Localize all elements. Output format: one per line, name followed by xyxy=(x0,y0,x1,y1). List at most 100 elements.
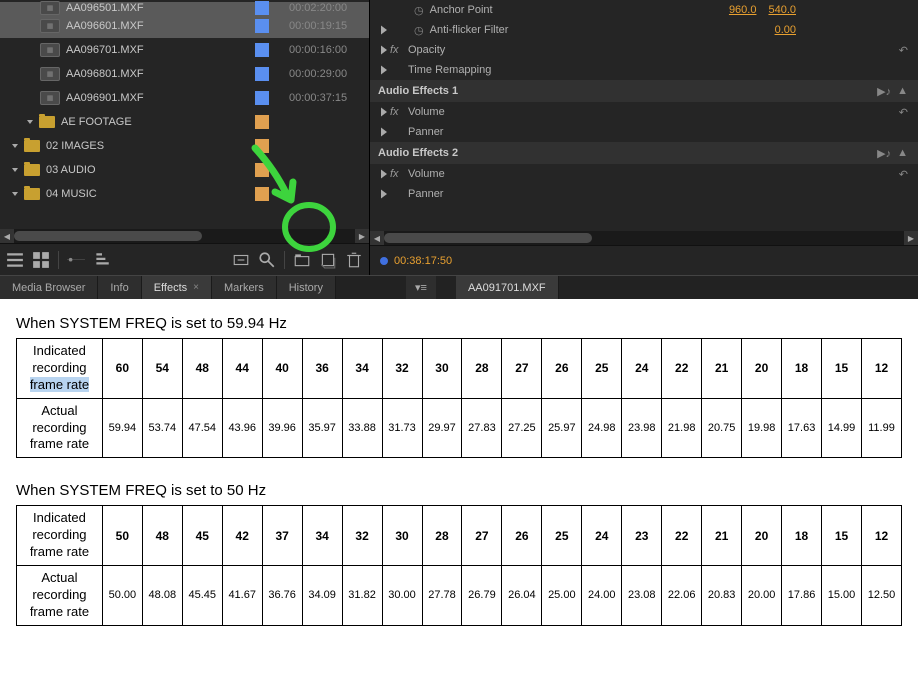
folder-twisty-icon[interactable] xyxy=(10,189,20,199)
anchor-point-row[interactable]: ◷ Anchor Point 960.0 540.0 xyxy=(370,0,918,20)
actual-cell: 34.09 xyxy=(302,566,342,626)
reset-icon[interactable]: ↶ xyxy=(899,44,908,57)
opacity-row[interactable]: fx Opacity ↶ xyxy=(370,40,918,60)
anchor-x-value[interactable]: 960.0 xyxy=(729,4,757,16)
expand-icon[interactable] xyxy=(378,106,390,118)
folder-row[interactable]: AE FOOTAGE xyxy=(0,110,369,134)
close-icon[interactable]: × xyxy=(193,282,199,293)
clip-row[interactable]: ▦AA096901.MXF00:00:37:15 xyxy=(0,86,369,110)
project-h-scroll[interactable]: ◀ ▶ xyxy=(0,229,369,243)
expand-icon[interactable] xyxy=(378,44,390,56)
audio-effects-1-header[interactable]: Audio Effects 1 ▶♪▲ xyxy=(370,80,918,102)
time-remapping-row[interactable]: Time Remapping xyxy=(370,60,918,80)
actual-cell: 27.25 xyxy=(502,398,542,458)
effect-controls-panel: ◷ Anchor Point 960.0 540.0 ◷ Anti-flicke… xyxy=(370,0,918,275)
anchor-point-label: Anchor Point xyxy=(430,4,729,16)
clip-duration: 00:00:29:00 xyxy=(289,68,369,80)
anchor-y-value[interactable]: 540.0 xyxy=(768,4,796,16)
clip-row[interactable]: ▦AA096801.MXF00:00:29:00 xyxy=(0,62,369,86)
stopwatch-icon[interactable]: ◷ xyxy=(414,4,424,17)
label-swatch[interactable] xyxy=(255,67,269,81)
folder-twisty-icon[interactable] xyxy=(10,141,20,151)
volume-row-2[interactable]: fx Volume ↶ xyxy=(370,164,918,184)
fx-icon[interactable]: fx xyxy=(390,168,402,180)
tab-info[interactable]: Info xyxy=(98,276,141,299)
panner-row-1[interactable]: Panner xyxy=(370,122,918,142)
table2-heading: When SYSTEM FREQ is set to 50 Hz xyxy=(16,482,902,499)
tab-effects[interactable]: Effects× xyxy=(142,276,212,299)
folder-row[interactable]: 04 MUSIC xyxy=(0,182,369,206)
panel-menu-icon[interactable]: ▾≡ xyxy=(406,276,436,299)
tab-markers[interactable]: Markers xyxy=(212,276,277,299)
audio-effects-2-header[interactable]: Audio Effects 2 ▶♪▲ xyxy=(370,142,918,164)
expand-icon[interactable] xyxy=(378,24,390,36)
icon-view-icon[interactable] xyxy=(32,251,50,269)
trash-icon[interactable] xyxy=(345,251,363,269)
collapse-icon[interactable]: ▲ xyxy=(897,147,908,160)
expand-icon[interactable] xyxy=(378,168,390,180)
find-icon[interactable] xyxy=(258,251,276,269)
project-list: ▦AA096501.MXF00:02:20:00 ▦ AA096601.MXF 00:… xyxy=(0,0,369,229)
clip-row[interactable]: ▦AA096601.MXF00:00:19:15 xyxy=(0,14,369,38)
bypass-icon[interactable]: ▶♪ xyxy=(877,147,891,160)
row-label-indicated: Indicatedrecordingframe rate xyxy=(17,506,103,566)
actual-cell: 20.83 xyxy=(702,566,742,626)
panner-row-2[interactable]: Panner xyxy=(370,184,918,204)
folder-row[interactable]: 02 IMAGES xyxy=(0,134,369,158)
clip-icon: ▦ xyxy=(40,43,60,57)
bypass-icon[interactable]: ▶♪ xyxy=(877,85,891,98)
actual-cell: 39.96 xyxy=(262,398,302,458)
thumb-slider[interactable] xyxy=(67,251,85,269)
clip-row[interactable]: ▦AA096701.MXF00:00:16:00 xyxy=(0,38,369,62)
folder-name: AE FOOTAGE xyxy=(61,116,235,128)
indicated-cell: 24 xyxy=(582,506,622,566)
label-swatch[interactable] xyxy=(255,19,269,33)
current-timecode[interactable]: 00:38:17:50 xyxy=(394,255,452,267)
source-tab[interactable]: AA091701.MXF xyxy=(456,276,559,299)
fx-icon[interactable]: fx xyxy=(390,44,402,56)
folder-twisty-icon[interactable] xyxy=(25,117,35,127)
label-swatch[interactable] xyxy=(255,163,269,177)
label-swatch[interactable] xyxy=(255,1,269,15)
indicated-cell: 18 xyxy=(782,339,822,399)
collapse-icon[interactable]: ▲ xyxy=(897,85,908,98)
list-view-icon[interactable] xyxy=(6,251,24,269)
clip-name: AA096601.MXF xyxy=(66,20,235,32)
actual-cell: 17.63 xyxy=(782,398,822,458)
actual-cell: 20.75 xyxy=(702,398,742,458)
actual-cell: 26.79 xyxy=(462,566,502,626)
reset-icon[interactable]: ↶ xyxy=(899,168,908,181)
indicated-cell: 18 xyxy=(782,506,822,566)
volume-row-1[interactable]: fx Volume ↶ xyxy=(370,102,918,122)
label-swatch[interactable] xyxy=(255,187,269,201)
indicated-cell: 40 xyxy=(262,339,302,399)
antiflicker-value[interactable]: 0.00 xyxy=(775,24,796,36)
fx-icon[interactable]: fx xyxy=(390,106,402,118)
playhead-indicator-icon[interactable] xyxy=(380,257,388,265)
sort-icon[interactable] xyxy=(93,251,111,269)
label-swatch[interactable] xyxy=(255,91,269,105)
tab-media-browser[interactable]: Media Browser xyxy=(0,276,98,299)
automate-icon[interactable] xyxy=(232,251,250,269)
expand-icon[interactable] xyxy=(378,188,390,200)
folder-name: 04 MUSIC xyxy=(46,188,235,200)
label-swatch[interactable] xyxy=(255,115,269,129)
new-item-icon[interactable] xyxy=(319,251,337,269)
label-swatch[interactable] xyxy=(255,43,269,57)
project-panel: ▦AA096501.MXF00:02:20:00 ▦ AA096601.MXF 00:… xyxy=(0,0,370,275)
antiflicker-label: Anti-flicker Filter xyxy=(430,24,775,36)
clip-icon: ▦ xyxy=(40,19,60,33)
folder-row[interactable]: 03 AUDIO xyxy=(0,158,369,182)
label-swatch[interactable] xyxy=(255,139,269,153)
folder-twisty-icon[interactable] xyxy=(10,165,20,175)
new-bin-icon[interactable] xyxy=(293,251,311,269)
clip-duration: 00:00:37:15 xyxy=(289,92,369,104)
tab-history[interactable]: History xyxy=(277,276,336,299)
clip-row[interactable]: ▦AA096501.MXF00:02:20:00 xyxy=(0,2,369,14)
expand-icon[interactable] xyxy=(378,64,390,76)
effect-h-scroll[interactable]: ◀ ▶ xyxy=(370,231,918,245)
reset-icon[interactable]: ↶ xyxy=(899,106,908,119)
antiflicker-row[interactable]: ◷ Anti-flicker Filter 0.00 xyxy=(370,20,918,40)
expand-icon[interactable] xyxy=(378,126,390,138)
stopwatch-icon[interactable]: ◷ xyxy=(414,24,424,37)
